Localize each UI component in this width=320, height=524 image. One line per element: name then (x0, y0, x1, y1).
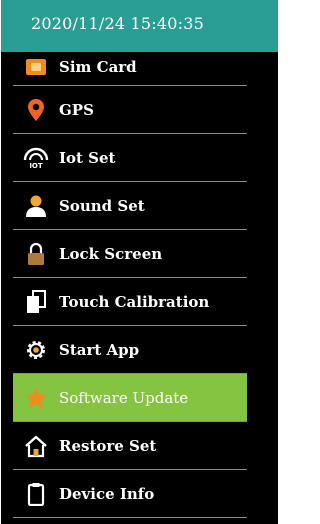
menu-item-label: Software Update (59, 389, 189, 407)
menu-item-label: GPS (59, 101, 94, 119)
clipboard-icon (23, 482, 49, 506)
menu-item-iot-set[interactable]: IOT Iot Set (13, 134, 247, 182)
svg-text:IOT: IOT (29, 162, 43, 170)
menu-item-label: Sound Set (59, 197, 145, 215)
menu-item-label: Lock Screen (59, 245, 163, 263)
settings-screen: 2020/11/24 15:40:35 Sim Card GPS IOT Iot… (1, 0, 278, 524)
home-icon (23, 434, 49, 458)
user-icon (23, 194, 49, 218)
menu-item-label: Touch Calibration (59, 293, 210, 311)
menu-item-label: Start App (59, 341, 140, 359)
status-datetime: 2020/11/24 15:40:35 (31, 14, 204, 33)
menu-item-label: Device Info (59, 485, 155, 503)
location-pin-icon (23, 98, 49, 122)
status-bar: 2020/11/24 15:40:35 (1, 0, 278, 52)
menu-item-gps[interactable]: GPS (13, 86, 247, 134)
menu-item-sound-set[interactable]: Sound Set (13, 182, 247, 230)
menu-item-touch-calibration[interactable]: Touch Calibration (13, 278, 247, 326)
menu-item-device-info[interactable]: Device Info (13, 470, 247, 518)
menu-item-lock-screen[interactable]: Lock Screen (13, 230, 247, 278)
sim-card-icon (23, 55, 49, 79)
gear-icon (23, 338, 49, 362)
menu-item-start-app[interactable]: Start App (13, 326, 247, 374)
star-icon (23, 386, 49, 410)
iot-icon: IOT (23, 146, 49, 170)
copy-icon (23, 290, 49, 314)
lock-icon (23, 242, 49, 266)
menu-item-software-update[interactable]: Software Update (13, 374, 247, 422)
settings-menu: Sim Card GPS IOT Iot Set Sound Set Lock … (13, 38, 247, 518)
menu-item-label: Sim Card (59, 58, 137, 76)
menu-item-label: Iot Set (59, 149, 116, 167)
menu-item-restore-set[interactable]: Restore Set (13, 422, 247, 470)
menu-item-label: Restore Set (59, 437, 157, 455)
